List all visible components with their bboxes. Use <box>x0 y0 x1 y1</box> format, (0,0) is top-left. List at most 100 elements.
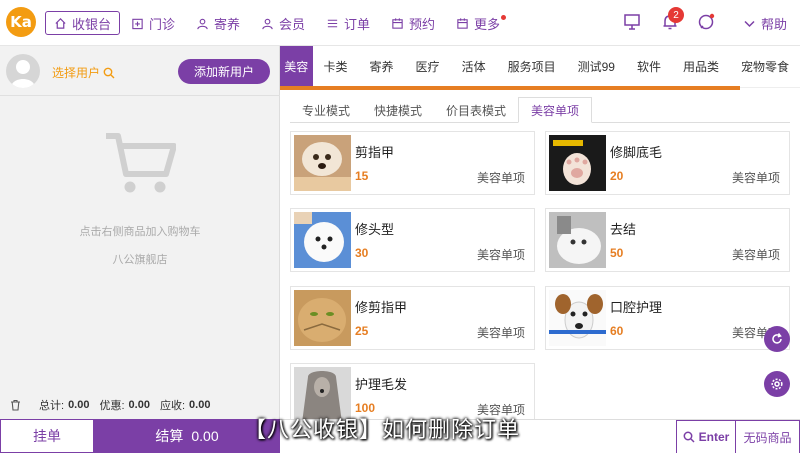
dog-photo <box>549 212 606 268</box>
product-type: 美容单项 <box>476 171 525 185</box>
message-icon[interactable] <box>696 12 716 32</box>
nav-cashier[interactable]: 收银台 <box>45 11 121 35</box>
discount-label: 优惠: <box>99 400 125 412</box>
help-menu[interactable]: 帮助 <box>744 14 787 33</box>
checkout-label: 结算 <box>155 428 184 444</box>
tab-software[interactable]: 软件 <box>626 46 672 88</box>
search-icon <box>103 67 115 78</box>
due-value: 0.00 <box>189 399 211 411</box>
nav-member-label: 会员 <box>279 16 306 32</box>
tab-pet-snacks[interactable]: 宠物零食 <box>730 46 800 88</box>
tab-professional-mode[interactable]: 专业模式 <box>290 97 362 123</box>
category-tabs: 美容 卡类 寄养 医疗 活体 服务项目 测试99 软件 用品类 宠物零食 <box>280 45 800 88</box>
no-barcode-item-button[interactable]: 无码商品 <box>736 420 800 453</box>
top-navbar: Ka 收银台 门诊 寄养 会员 订单 预约 更多 2 帮助 <box>0 0 800 46</box>
product-name: 修剪指甲 <box>355 300 408 315</box>
dog-photo <box>294 135 351 191</box>
home-icon <box>55 17 66 29</box>
user-selector-row: 选择用户 添加新用户 <box>0 46 280 96</box>
dog-photo <box>294 212 351 268</box>
settings-button[interactable] <box>764 371 790 397</box>
cart-actions: 挂单 结算 0.00 <box>0 419 280 453</box>
product-price: 20 <box>610 169 624 183</box>
more-icon <box>457 17 468 29</box>
member-icon <box>262 18 273 29</box>
notification-count-badge: 2 <box>668 7 684 23</box>
notification-dot <box>501 14 507 20</box>
tab-price-list-mode[interactable]: 价目表模式 <box>434 97 518 123</box>
product-panel: 美容 卡类 寄养 医疗 活体 服务项目 测试99 软件 用品类 宠物零食 专业模… <box>280 45 800 453</box>
product-type: 美容单项 <box>731 248 780 262</box>
nav-member[interactable]: 会员 <box>261 11 305 35</box>
tab-cards[interactable]: 卡类 <box>313 46 359 88</box>
product-card-oral-care[interactable]: 口腔护理 60 美容单项 <box>545 286 790 350</box>
video-caption: 【八公收银】如何删除订单 <box>244 418 521 443</box>
product-card-detangle[interactable]: 去结 50 美容单项 <box>545 208 790 272</box>
nav-more[interactable]: 更多 <box>456 11 507 35</box>
product-card-head-trim[interactable]: 修头型 30 美容单项 <box>290 208 535 272</box>
tab-medical[interactable]: 医疗 <box>405 46 451 88</box>
totals-row: 总计: 0.00 优惠: 0.00 应收: 0.00 <box>0 394 280 416</box>
cat-photo <box>294 290 351 346</box>
refresh-icon <box>772 333 782 344</box>
product-name: 剪指甲 <box>355 145 395 160</box>
total-value: 0.00 <box>68 399 90 411</box>
tab-supplies[interactable]: 用品类 <box>672 46 730 88</box>
select-user-link[interactable]: 选择用户 <box>52 64 115 81</box>
nav-clinic[interactable]: 门诊 <box>131 11 175 35</box>
nav-more-text: 更多 <box>474 16 501 32</box>
product-price: 15 <box>355 169 369 183</box>
avatar[interactable] <box>6 54 40 88</box>
tab-live-pets[interactable]: 活体 <box>451 46 497 88</box>
nav-orders[interactable]: 订单 <box>326 11 370 35</box>
nav-cashier-label: 收银台 <box>72 16 112 32</box>
dog-photo <box>549 290 606 346</box>
product-name: 去结 <box>610 222 637 237</box>
tab-test99[interactable]: 测试99 <box>567 46 626 88</box>
nav-orders-label: 订单 <box>344 16 371 32</box>
enter-label: Enter <box>698 430 730 444</box>
category-scrollbar[interactable] <box>280 86 740 90</box>
boarding-icon <box>197 18 208 29</box>
chevron-down-icon <box>744 20 755 27</box>
due-label: 应收: <box>159 400 186 412</box>
product-price: 60 <box>610 324 624 338</box>
nav-more-label: 更多 <box>474 14 507 33</box>
tab-quick-mode[interactable]: 快捷模式 <box>362 97 434 123</box>
nav-appointment[interactable]: 预约 <box>391 11 435 35</box>
product-name: 修头型 <box>355 222 395 237</box>
add-user-button[interactable]: 添加新用户 <box>178 59 270 84</box>
discount-value: 0.00 <box>128 399 150 411</box>
mode-tabs: 专业模式 快捷模式 价目表模式 美容单项 <box>290 97 790 123</box>
tab-boarding[interactable]: 寄养 <box>359 46 405 88</box>
order-list-icon <box>327 19 338 27</box>
tab-services[interactable]: 服务项目 <box>497 46 567 88</box>
cart-panel: 选择用户 添加新用户 点击右侧商品加入购物车 八公旗舰店 总计: 0.00 优惠… <box>0 46 280 453</box>
hang-order-button[interactable]: 挂单 <box>0 419 94 453</box>
monitor-icon[interactable] <box>622 12 642 32</box>
store-name: 八公旗舰店 <box>112 254 168 266</box>
search-icon <box>683 431 695 443</box>
tab-grooming[interactable]: 美容 <box>280 45 313 88</box>
tab-grooming-items[interactable]: 美容单项 <box>518 97 593 123</box>
product-name: 护理毛发 <box>355 377 408 392</box>
paw-photo <box>549 135 606 191</box>
trash-icon[interactable] <box>10 399 21 411</box>
enter-button[interactable]: Enter <box>676 420 736 453</box>
product-price: 30 <box>355 246 369 260</box>
refresh-button[interactable] <box>764 326 790 352</box>
nav-appointment-label: 预约 <box>409 16 436 32</box>
help-label: 帮助 <box>761 17 788 32</box>
product-price: 50 <box>610 246 624 260</box>
product-card-paw-trim[interactable]: 修脚底毛 20 美容单项 <box>545 131 790 195</box>
nav-boarding[interactable]: 寄养 <box>196 11 240 35</box>
nav-clinic-label: 门诊 <box>149 16 176 32</box>
product-card-nail-clipping[interactable]: 修剪指甲 25 美容单项 <box>290 286 535 350</box>
product-name: 口腔护理 <box>610 300 663 315</box>
shopping-cart-icon <box>106 133 176 193</box>
gear-icon <box>771 378 783 390</box>
product-card-nail-trim[interactable]: 剪指甲 15 美容单项 <box>290 131 535 195</box>
product-type: 美容单项 <box>731 171 780 185</box>
product-type: 美容单项 <box>476 326 525 340</box>
product-type: 美容单项 <box>476 248 525 262</box>
